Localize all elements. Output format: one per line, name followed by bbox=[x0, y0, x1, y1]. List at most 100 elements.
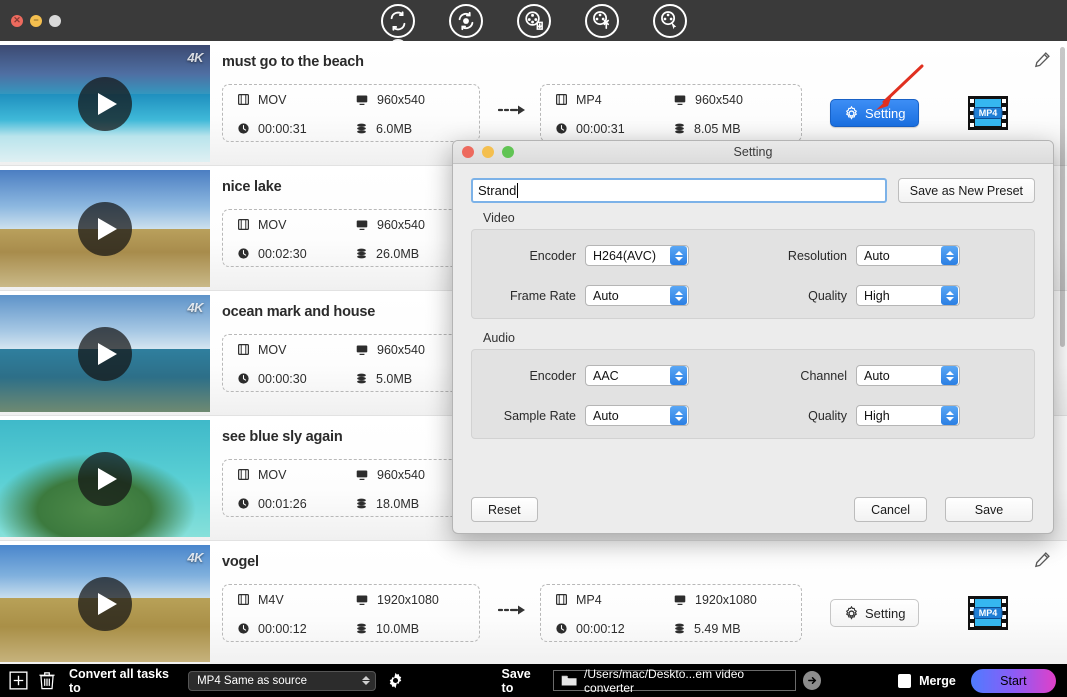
source-resolution: 960x540 bbox=[355, 93, 475, 107]
audio-quality-select[interactable]: High bbox=[856, 405, 960, 426]
play-icon[interactable] bbox=[78, 201, 132, 256]
task-title: nice lake bbox=[222, 179, 282, 195]
convert-all-format-select[interactable]: MP4 Same as source bbox=[188, 670, 377, 691]
setting-button[interactable]: Setting bbox=[830, 99, 920, 127]
audio-channel-value: Auto bbox=[864, 368, 890, 383]
preset-name-input[interactable]: Strand bbox=[471, 178, 887, 203]
play-icon[interactable] bbox=[78, 326, 132, 381]
output-path-field[interactable]: /Users/mac/Deskto...em video converter bbox=[552, 667, 797, 695]
scrollbar-thumb[interactable] bbox=[1060, 47, 1065, 347]
video-resolution-field: Resolution Auto bbox=[769, 245, 960, 266]
audio-encoder-value: AAC bbox=[593, 368, 619, 383]
dialog-footer: Reset Cancel Save bbox=[453, 488, 1053, 533]
video-resolution-select[interactable]: Auto bbox=[856, 245, 960, 266]
video-thumbnail[interactable]: 4K bbox=[0, 45, 210, 162]
audio-quality-value: High bbox=[864, 408, 890, 423]
play-icon[interactable] bbox=[78, 576, 132, 631]
edit-pencil-icon[interactable] bbox=[1034, 551, 1051, 573]
dialog-title: Setting bbox=[733, 145, 773, 159]
edit-pencil-icon[interactable] bbox=[1034, 51, 1051, 73]
cancel-button[interactable]: Cancel bbox=[854, 497, 927, 522]
convert-all-format-value: MP4 Same as source bbox=[197, 674, 307, 687]
gear-icon bbox=[845, 105, 858, 120]
audio-quality-field: Quality High bbox=[769, 405, 960, 426]
gear-icon bbox=[845, 605, 858, 620]
download-video-icon[interactable] bbox=[516, 3, 551, 38]
resolution-badge: 4K bbox=[187, 550, 203, 565]
dialog-titlebar[interactable]: Setting bbox=[453, 141, 1053, 164]
target-info-box: MP4 960x540 00:00:31 8.05 MB bbox=[540, 84, 802, 142]
convert-icon[interactable] bbox=[380, 3, 415, 46]
save-button[interactable]: Save bbox=[945, 497, 1033, 522]
resolution-badge: 4K bbox=[187, 300, 203, 315]
audio-channel-label: Channel bbox=[800, 368, 847, 383]
video-thumbnail[interactable]: 4K bbox=[0, 295, 210, 412]
resolution-badge: 4K bbox=[187, 50, 203, 65]
source-size: 10.0MB bbox=[355, 622, 475, 636]
convert-arrow-icon bbox=[498, 604, 528, 616]
source-duration: 00:01:26 bbox=[237, 497, 355, 511]
video-encoder-select[interactable]: H264(AVC) bbox=[585, 245, 689, 266]
chevron-updown-icon bbox=[941, 286, 958, 305]
source-format: MOV bbox=[237, 468, 355, 482]
task-title: see blue sly again bbox=[222, 429, 343, 445]
start-button-label: Start bbox=[1000, 673, 1027, 688]
open-folder-button[interactable] bbox=[803, 671, 822, 690]
save-to-label: Save to bbox=[501, 666, 531, 695]
target-duration: 00:00:12 bbox=[555, 622, 673, 636]
video-quality-label: Quality bbox=[808, 288, 847, 303]
merge-checkbox[interactable] bbox=[898, 673, 912, 688]
audio-channel-field: Channel Auto bbox=[769, 365, 960, 386]
audio-encoder-select[interactable]: AAC bbox=[585, 365, 689, 386]
source-info-box: M4V 1920x1080 00:00:12 10.0MB bbox=[222, 584, 480, 642]
convert-arrow-icon bbox=[498, 104, 528, 116]
task-title: ocean mark and house bbox=[222, 304, 376, 320]
video-encoder-value: H264(AVC) bbox=[593, 248, 656, 263]
video-framerate-label: Frame Rate bbox=[510, 288, 576, 303]
target-format: MP4 bbox=[555, 593, 673, 607]
video-thumbnail[interactable] bbox=[0, 170, 210, 287]
delete-file-button[interactable] bbox=[36, 670, 57, 692]
source-info-box: MOV 960x540 00:02:30 26.0MB bbox=[222, 209, 480, 267]
dialog-body: Strand Save as New Preset Video Encoder … bbox=[453, 164, 1053, 533]
start-button[interactable]: Start bbox=[971, 668, 1056, 693]
chevron-updown-icon bbox=[941, 246, 958, 265]
reset-button[interactable]: Reset bbox=[471, 497, 538, 522]
save-as-new-preset-button[interactable]: Save as New Preset bbox=[897, 178, 1035, 203]
edit-video-icon[interactable] bbox=[584, 3, 619, 38]
chevron-updown-icon bbox=[670, 286, 687, 305]
audio-samplerate-label: Sample Rate bbox=[503, 408, 576, 423]
table-row[interactable]: 4K vogel M4V 1920x1080 00:00:12 10.0MB M… bbox=[0, 541, 1067, 664]
svg-text:MP4: MP4 bbox=[979, 108, 998, 118]
top-toolbar: ✕ − bbox=[0, 0, 1067, 46]
video-thumbnail[interactable] bbox=[0, 420, 210, 537]
setting-button-label: Setting bbox=[865, 105, 906, 121]
play-icon[interactable] bbox=[78, 451, 132, 506]
preset-row: Strand Save as New Preset bbox=[471, 178, 1035, 203]
video-quality-select[interactable]: High bbox=[856, 285, 960, 306]
format-badge-mp4[interactable]: MP4 bbox=[967, 594, 1009, 632]
screen-record-icon[interactable] bbox=[652, 3, 687, 38]
chevron-updown-icon bbox=[670, 406, 687, 425]
audio-encoder-label: Encoder bbox=[529, 368, 576, 383]
audio-samplerate-value: Auto bbox=[593, 408, 619, 423]
add-file-button[interactable] bbox=[8, 670, 29, 692]
gear-icon[interactable] bbox=[385, 670, 406, 692]
format-badge-mp4[interactable]: MP4 bbox=[967, 94, 1009, 132]
setting-button[interactable]: Setting bbox=[830, 599, 920, 627]
bottom-bar: Convert all tasks to MP4 Same as source … bbox=[0, 664, 1067, 697]
play-icon[interactable] bbox=[78, 76, 132, 131]
app-window: ✕ − 4K must go to the beach MOV 960x540 … bbox=[0, 0, 1067, 697]
video-thumbnail[interactable]: 4K bbox=[0, 545, 210, 662]
audio-panel: Encoder AAC Channel Auto Sample Rate Aut… bbox=[471, 349, 1035, 439]
audio-samplerate-select[interactable]: Auto bbox=[585, 405, 689, 426]
target-resolution: 960x540 bbox=[673, 93, 793, 107]
toolbar-icon-group bbox=[0, 0, 1067, 46]
vertical-scrollbar[interactable] bbox=[1059, 41, 1067, 664]
audio-channel-select[interactable]: Auto bbox=[856, 365, 960, 386]
compress-icon[interactable] bbox=[448, 3, 483, 38]
chevron-updown-icon bbox=[362, 676, 371, 685]
video-framerate-select[interactable]: Auto bbox=[585, 285, 689, 306]
source-info-box: MOV 960x540 00:00:31 6.0MB bbox=[222, 84, 480, 142]
chevron-updown-icon bbox=[941, 366, 958, 385]
